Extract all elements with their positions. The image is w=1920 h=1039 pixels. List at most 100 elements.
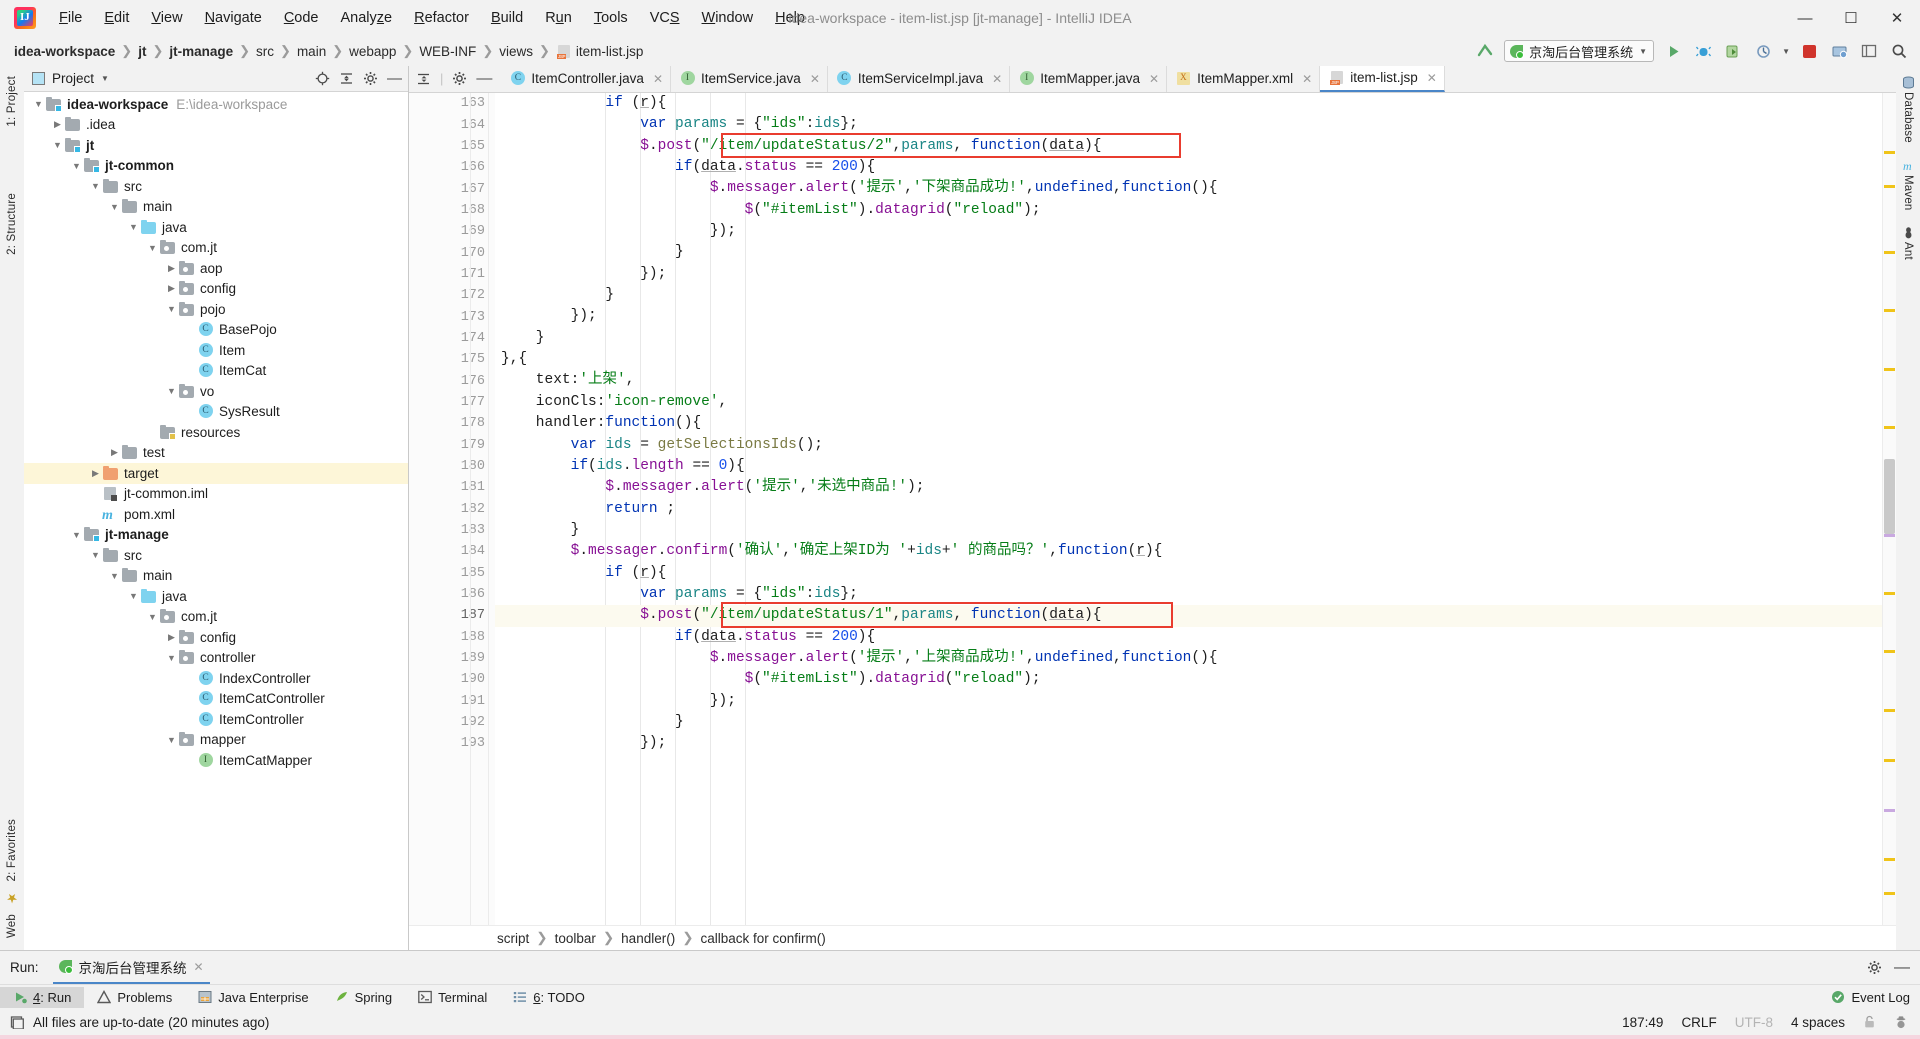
- line-number[interactable]: 176: [409, 370, 495, 391]
- breadcrumb-item-5[interactable]: webapp: [349, 44, 396, 59]
- line-number[interactable]: 186: [409, 584, 495, 605]
- menu-edit[interactable]: Edit: [93, 6, 140, 30]
- make-project-icon[interactable]: [10, 1015, 24, 1029]
- line-number[interactable]: 175: [409, 349, 495, 370]
- minimize-button[interactable]: —: [1782, 1, 1828, 35]
- code-breadcrumb-1[interactable]: toolbar: [555, 931, 596, 946]
- breadcrumb-item-6[interactable]: WEB-INF: [419, 44, 476, 59]
- code-line-176[interactable]: text:'上架',: [495, 370, 1882, 391]
- editor-marker[interactable]: [1884, 858, 1895, 862]
- tree-row-pojo[interactable]: pojo: [24, 299, 408, 320]
- rail-item-maven[interactable]: Maven: [1902, 175, 1914, 211]
- editor-marker[interactable]: [1884, 425, 1895, 429]
- tree-row-src[interactable]: src: [24, 545, 408, 566]
- tree-expand-arrow[interactable]: [146, 243, 159, 253]
- breadcrumb-item-4[interactable]: main: [297, 44, 326, 59]
- lock-icon[interactable]: [1863, 1015, 1876, 1029]
- tree-row--idea[interactable]: .idea: [24, 115, 408, 136]
- tree-expand-arrow[interactable]: [32, 99, 45, 109]
- editor-scrollbar-thumb[interactable]: [1884, 459, 1895, 534]
- gear-icon[interactable]: [452, 71, 467, 86]
- scroll-from-source-icon[interactable]: [315, 71, 330, 86]
- editor-marker[interactable]: [1884, 151, 1895, 155]
- editor-tab-itemmapper-xml[interactable]: ItemMapper.xml ✕: [1167, 65, 1321, 92]
- debug-button[interactable]: [1692, 40, 1714, 62]
- line-number[interactable]: 174: [409, 328, 495, 349]
- code-line-166[interactable]: if(data.status == 200){: [495, 157, 1882, 178]
- rail-item-ant[interactable]: Ant: [1902, 242, 1914, 260]
- tree-expand-arrow[interactable]: [89, 468, 102, 479]
- close-icon[interactable]: ✕: [1427, 71, 1437, 85]
- project-file-tree[interactable]: idea-workspaceE:\idea-workspace.ideajtjt…: [24, 92, 408, 950]
- tree-row-target[interactable]: target: [24, 463, 408, 484]
- collapse-all-icon[interactable]: [339, 71, 354, 86]
- line-number[interactable]: 165: [409, 136, 522, 157]
- tree-row-resources[interactable]: resources: [24, 422, 408, 443]
- code-line-171[interactable]: });: [495, 264, 1882, 285]
- breadcrumb-item-0[interactable]: idea-workspace: [14, 44, 115, 59]
- line-number[interactable]: 183: [409, 520, 495, 541]
- select-opened-file-icon[interactable]: [417, 72, 431, 86]
- editor-marker[interactable]: [1884, 184, 1895, 188]
- code-line-182[interactable]: return ;: [495, 499, 1882, 520]
- close-icon[interactable]: ✕: [1302, 72, 1312, 86]
- run-configuration-selector[interactable]: 京淘后台管理系统 ▼: [1504, 40, 1655, 62]
- tool-window-todo[interactable]: 6: TODO: [500, 987, 598, 1008]
- editor-marker[interactable]: [1884, 367, 1895, 371]
- menu-vcs[interactable]: VCS: [639, 6, 691, 30]
- editor-marker[interactable]: [1884, 891, 1895, 895]
- breadcrumb-item-1[interactable]: jt: [138, 44, 146, 59]
- tree-expand-arrow[interactable]: [127, 222, 140, 232]
- line-number[interactable]: 169: [409, 221, 522, 242]
- code-line-192[interactable]: }: [495, 712, 1882, 733]
- tool-window-java-enterprise[interactable]: Java Enterprise: [185, 987, 321, 1008]
- tree-expand-arrow[interactable]: [165, 735, 178, 745]
- code-line-172[interactable]: }: [495, 285, 1882, 306]
- tree-row-com-jt[interactable]: com.jt: [24, 238, 408, 259]
- line-number[interactable]: 190: [409, 669, 495, 690]
- menu-build[interactable]: Build: [480, 6, 534, 30]
- line-number[interactable]: 168: [409, 200, 495, 221]
- tree-row-pom-xml[interactable]: m pom.xml: [24, 504, 408, 525]
- menu-navigate[interactable]: Navigate: [194, 6, 273, 30]
- editor-tab-item-list-jsp[interactable]: item-list.jsp ✕: [1320, 65, 1445, 92]
- breadcrumb-item-8[interactable]: item-list.jsp: [556, 44, 643, 59]
- tree-row-config[interactable]: config: [24, 279, 408, 300]
- profile-dropdown-icon[interactable]: ▼: [1782, 47, 1790, 56]
- caret-position[interactable]: 187:49: [1622, 1015, 1663, 1030]
- editor-marker[interactable]: [1884, 708, 1895, 712]
- code-line-181[interactable]: $.messager.alert('提示','未选中商品!');: [495, 477, 1882, 498]
- code-line-193[interactable]: });: [495, 733, 1882, 754]
- tree-row-java[interactable]: java: [24, 217, 408, 238]
- line-number[interactable]: 180: [409, 456, 495, 477]
- editor-tab-itemmapper-java[interactable]: I ItemMapper.java ✕: [1010, 65, 1168, 92]
- code-line-165[interactable]: $.post("/item/updateStatus/2",params, fu…: [495, 136, 1882, 157]
- line-number[interactable]: 171: [409, 264, 495, 285]
- maximize-button[interactable]: ☐: [1828, 1, 1874, 35]
- line-number[interactable]: 173: [409, 306, 495, 327]
- tree-expand-arrow[interactable]: [165, 304, 178, 314]
- chevron-down-icon[interactable]: ▼: [101, 74, 109, 83]
- line-number[interactable]: 187: [409, 605, 495, 626]
- line-number-gutter[interactable]: 163 164 165 166 167 168 169 170 171 172 173 174 175 1…: [409, 93, 522, 925]
- rail-item-database[interactable]: Database: [1902, 92, 1914, 143]
- menu-refactor[interactable]: Refactor: [403, 6, 480, 30]
- source-code-text[interactable]: if (r){ var params = {"ids":ids}; $.post…: [495, 93, 1882, 925]
- tree-row-idea-workspace[interactable]: idea-workspace E:\idea-workspace: [24, 94, 408, 115]
- line-number[interactable]: 189: [409, 648, 522, 669]
- code-line-164[interactable]: var params = {"ids":ids};: [495, 114, 1882, 135]
- tree-row-controller[interactable]: controller: [24, 648, 408, 669]
- breadcrumb-item-7[interactable]: views: [499, 44, 533, 59]
- hector-inspection-icon[interactable]: [1894, 1015, 1908, 1030]
- tree-expand-arrow[interactable]: [89, 550, 102, 560]
- line-separator[interactable]: CRLF: [1681, 1015, 1716, 1030]
- line-number[interactable]: 179: [409, 435, 495, 456]
- profile-button[interactable]: [1752, 40, 1774, 62]
- tree-expand-arrow[interactable]: [146, 612, 159, 622]
- hide-editor-panel-icon[interactable]: —: [476, 71, 492, 87]
- code-line-170[interactable]: }: [495, 242, 1882, 263]
- tree-expand-arrow[interactable]: [165, 263, 178, 274]
- code-line-179[interactable]: var ids = getSelectionsIds();: [495, 435, 1882, 456]
- breadcrumb-item-2[interactable]: jt-manage: [169, 44, 233, 59]
- code-line-185[interactable]: if (r){: [495, 563, 1882, 584]
